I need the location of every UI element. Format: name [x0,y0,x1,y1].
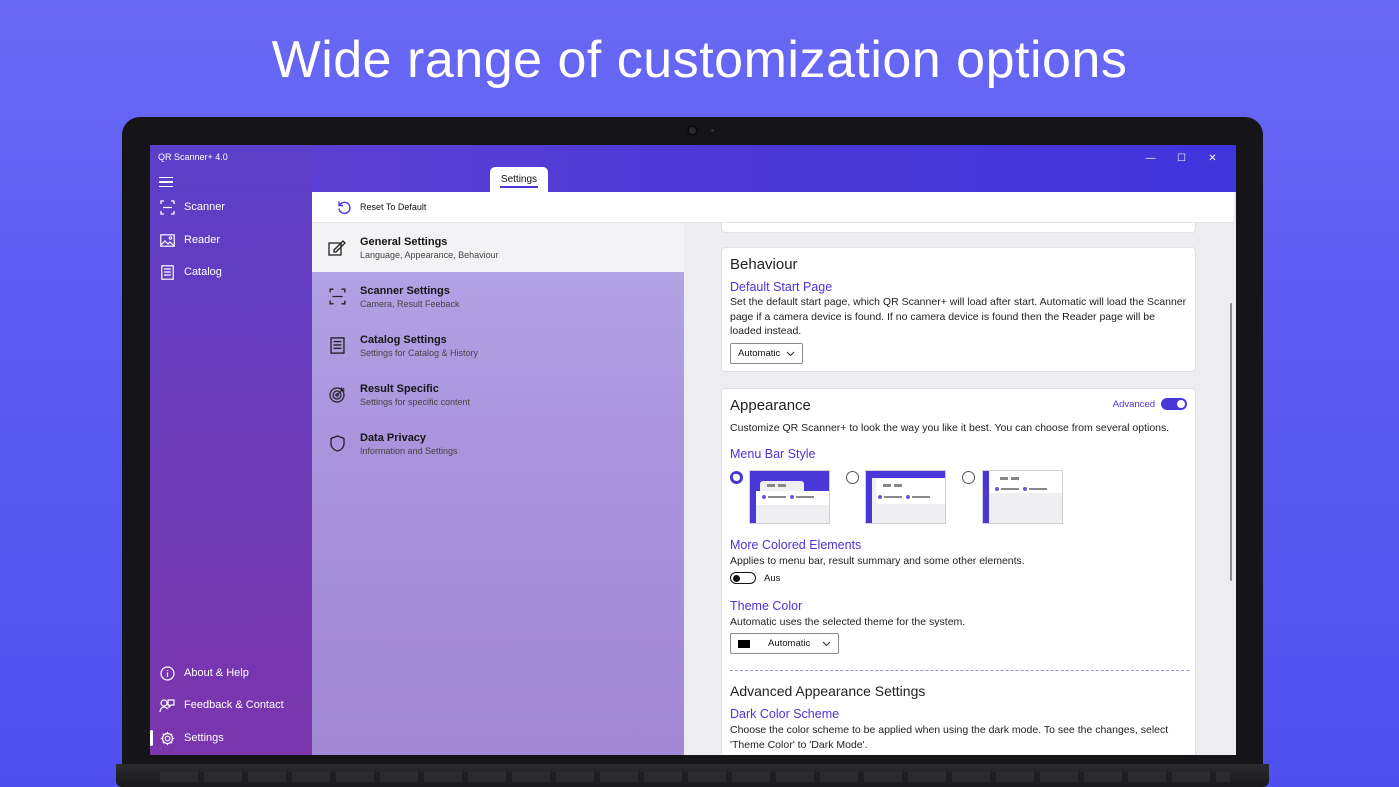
keyboard-hint [160,772,1230,782]
menu-style-preview-2[interactable] [865,470,946,524]
settings-categories: General Settings Language, Appearance, B… [312,223,684,755]
nav-item-label: About & Help [184,667,249,679]
catalog-icon [327,336,347,356]
tab-underline [500,186,538,188]
toggle-state-label: Aus [764,572,781,584]
category-title: General Settings [360,235,448,248]
category-subtitle: Language, Appearance, Behaviour [360,249,499,260]
menu-style-radio-1[interactable] [730,471,743,484]
command-bar: Reset To Default [312,192,1234,223]
settings-content: Behaviour Default Start Page Set the def… [684,223,1236,755]
dropdown-value: Automatic [738,348,781,359]
category-scanner-settings[interactable]: Scanner Settings Camera, Result Feeback [312,272,684,321]
nav-item-about-help[interactable]: About & Help [150,658,312,688]
more-colored-elements-desc: Applies to menu bar, result summary and … [730,555,1025,567]
menu-style-radio-2[interactable] [846,471,859,484]
default-start-page-desc: Set the default start page, which QR Sca… [730,296,1187,337]
category-title: Scanner Settings [360,284,450,297]
target-icon [327,385,347,405]
tab-label: Settings [500,174,538,185]
hamburger-icon[interactable] [159,177,173,188]
menu-style-preview-3[interactable] [982,470,1063,524]
app-window: QR Scanner+ 4.0 Scanner Reader Catalog A… [150,145,1236,755]
nav-item-feedback-contact[interactable]: Feedback & Contact [150,690,312,720]
nav-item-label: Settings [184,732,224,744]
appearance-card: Appearance Advanced Customize QR Scanner… [721,388,1196,755]
feedback-icon [159,697,175,713]
appearance-title: Appearance [730,397,811,414]
section-divider [730,670,1189,671]
nav-item-reader[interactable]: Reader [150,225,312,255]
appearance-desc: Customize QR Scanner+ to look the way yo… [730,422,1170,434]
nav-item-catalog[interactable]: Catalog [150,257,312,287]
advanced-label: Advanced [1112,398,1155,410]
category-catalog-settings[interactable]: Catalog Settings Settings for Catalog & … [312,321,684,370]
theme-swatch [738,639,750,648]
category-title: Data Privacy [360,431,427,444]
window-controls: — ☐ ✕ [1135,149,1228,167]
advanced-toggle[interactable] [1161,398,1187,410]
category-data-privacy[interactable]: Data Privacy Information and Settings [312,419,684,468]
image-icon [159,232,175,248]
gear-icon [159,730,175,746]
behaviour-card: Behaviour Default Start Page Set the def… [721,247,1196,372]
maximize-icon[interactable]: ☐ [1166,149,1197,167]
edit-settings-icon [327,238,347,258]
more-colored-elements-toggle-group: Aus [730,572,780,584]
category-subtitle: Settings for Catalog & History [360,347,479,358]
dropdown-value: Automatic [768,638,811,649]
scanner-icon [327,287,347,307]
close-icon[interactable]: ✕ [1197,149,1228,167]
menu-style-preview-1[interactable] [749,470,830,524]
nav-item-label: Scanner [184,201,225,213]
category-title: Catalog Settings [360,333,447,346]
nav-item-settings[interactable]: Settings [150,723,312,753]
nav-pane: QR Scanner+ 4.0 Scanner Reader Catalog A… [150,145,312,755]
theme-color-desc: Automatic uses the selected theme for th… [730,616,966,628]
tab-settings[interactable]: Settings [490,167,548,192]
title-bar: — ☐ ✕ Settings [312,145,1236,192]
theme-color-dropdown[interactable]: Automatic [730,633,839,654]
headline: Wide range of customization options [271,31,1128,89]
behaviour-title: Behaviour [730,256,798,273]
reset-to-default-button[interactable]: Reset To Default [360,202,426,212]
category-title: Result Specific [360,382,439,395]
webcam-icon [687,125,698,136]
category-result-specific[interactable]: Result Specific Settings for specific co… [312,370,684,419]
info-icon [159,665,175,681]
reset-icon[interactable] [336,199,352,215]
chevron-down-icon [822,641,831,646]
menu-style-radio-3[interactable] [962,471,975,484]
webcam-led [711,129,714,132]
nav-item-label: Catalog [184,266,222,278]
category-general-settings[interactable]: General Settings Language, Appearance, B… [312,223,684,272]
advanced-toggle-group: Advanced [1113,398,1187,410]
dark-color-scheme-desc: Choose the color scheme to be applied wh… [730,724,1169,751]
nav-item-label: Reader [184,234,221,246]
scanner-icon [159,199,175,215]
menu-bar-style-title: Menu Bar Style [730,447,816,461]
theme-color-title: Theme Color [730,599,803,613]
category-subtitle: Information and Settings [360,445,458,456]
content-scrollbar[interactable] [1230,303,1232,581]
window-title: QR Scanner+ 4.0 [158,152,228,162]
catalog-icon [159,264,175,280]
default-start-page-title: Default Start Page [730,280,833,294]
category-subtitle: Camera, Result Feeback [360,298,460,309]
more-colored-elements-title: More Colored Elements [730,538,862,552]
category-subtitle: Settings for specific content [360,396,471,407]
minimize-icon[interactable]: — [1135,149,1166,167]
advanced-appearance-title: Advanced Appearance Settings [730,683,926,699]
chevron-down-icon [786,351,795,356]
nav-item-scanner[interactable]: Scanner [150,192,312,222]
nav-item-label: Feedback & Contact [184,699,284,711]
default-start-page-dropdown[interactable]: Automatic [730,343,803,364]
dark-color-scheme-title: Dark Color Scheme [730,707,840,721]
shield-icon [327,434,347,454]
more-colored-elements-toggle[interactable] [730,572,756,584]
previous-card-edge [721,223,1196,233]
